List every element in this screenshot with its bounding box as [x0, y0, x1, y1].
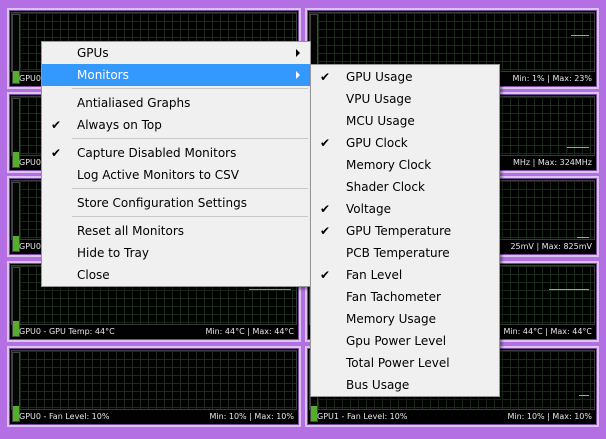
graph-label: GPU0 - GPU Temp: 44°C — [19, 327, 115, 336]
graph-label: GPU1 - Fan Level: 10% — [317, 412, 408, 421]
graph-trace — [249, 289, 291, 290]
menu-item-label: Capture Disabled Monitors — [77, 146, 237, 160]
menu-item-label: Bus Usage — [346, 378, 410, 392]
menu-separator — [72, 88, 308, 89]
menu-item-store-configuration-settings[interactable]: Store Configuration Settings — [42, 192, 310, 214]
menu-item-vpu-usage[interactable]: VPU Usage — [311, 88, 499, 110]
graph-trace — [579, 395, 589, 396]
submenu-arrow-icon — [296, 71, 300, 79]
menu-item-label: GPU Usage — [346, 70, 413, 84]
menu-separator — [72, 188, 308, 189]
menu-item-mcu-usage[interactable]: MCU Usage — [311, 110, 499, 132]
menu-item-fan-tachometer[interactable]: Fan Tachometer — [311, 286, 499, 308]
menu-item-label: Hide to Tray — [77, 246, 149, 260]
menu-item-label: Gpu Power Level — [346, 334, 447, 348]
menu-item-reset-all-monitors[interactable]: Reset all Monitors — [42, 220, 310, 242]
menu-item-label: PCB Temperature — [346, 246, 450, 260]
menu-item-shader-clock[interactable]: Shader Clock — [311, 176, 499, 198]
graph-footer: GPU1 - Fan Level: 10% Min: 10% | Max: 10% — [309, 410, 595, 424]
menu-item-gpu-power-level[interactable]: Gpu Power Level — [311, 330, 499, 352]
menu-item-voltage[interactable]: ✔ Voltage — [311, 198, 499, 220]
menu-item-gpu-temperature[interactable]: ✔ GPU Temperature — [311, 220, 499, 242]
menu-item-label: Memory Clock — [346, 158, 432, 172]
menu-item-pcb-temperature[interactable]: PCB Temperature — [311, 242, 499, 264]
menu-item-label: GPUs — [77, 46, 109, 60]
monitors-submenu: ✔ GPU Usage VPU Usage MCU Usage ✔ GPU Clock Me… — [310, 64, 500, 397]
menu-item-total-power-level[interactable]: Total Power Level — [311, 352, 499, 374]
menu-item-memory-usage[interactable]: Memory Usage — [311, 308, 499, 330]
menu-item-label: Close — [77, 268, 110, 282]
menu-item-monitors[interactable]: Monitors — [42, 64, 310, 86]
menu-separator — [72, 138, 308, 139]
graph-minmax: Min: 44°C | Max: 44°C — [205, 327, 294, 336]
graph-minmax: 25mV | Max: 825mV — [510, 242, 592, 251]
menu-item-label: Voltage — [346, 202, 392, 216]
menu-item-bus-usage[interactable]: Bus Usage — [311, 374, 499, 396]
monitor-graph[interactable]: GPU0 - Fan Level: 10% Min: 10% | Max: 10% — [7, 346, 301, 427]
graph-label: GPU0 — [19, 158, 41, 167]
checkmark-icon: ✔ — [51, 146, 62, 160]
graph-minmax: MHz | Max: 324MHz — [512, 158, 592, 167]
graph-footer: GPU0 - Fan Level: 10% Min: 10% | Max: 10% — [11, 410, 297, 424]
menu-item-fan-level[interactable]: ✔ Fan Level — [311, 264, 499, 286]
menu-item-log-active-monitors-to-csv[interactable]: Log Active Monitors to CSV — [42, 164, 310, 186]
checkmark-icon: ✔ — [51, 118, 62, 132]
graph-trace — [577, 237, 589, 238]
menu-item-label: GPU Clock — [346, 136, 408, 150]
menu-item-gpus[interactable]: GPUs — [42, 42, 310, 64]
graph-trace — [549, 289, 589, 290]
menu-item-always-on-top[interactable]: ✔ Always on Top — [42, 114, 310, 136]
menu-item-label: GPU Temperature — [346, 224, 452, 238]
graph-minmax: Min: 44°C | Max: 44°C — [503, 327, 592, 336]
graph-trace — [567, 147, 589, 148]
menu-item-gpu-clock[interactable]: ✔ GPU Clock — [311, 132, 499, 154]
graph-plot-area — [309, 12, 595, 72]
menu-item-label: Reset all Monitors — [77, 224, 185, 238]
checkmark-icon: ✔ — [320, 70, 331, 84]
menu-item-memory-clock[interactable]: Memory Clock — [311, 154, 499, 176]
menu-item-label: Memory Usage — [346, 312, 437, 326]
menu-item-antialiased-graphs[interactable]: Antialiased Graphs — [42, 92, 310, 114]
menu-item-label: Antialiased Graphs — [77, 96, 191, 110]
graph-footer: GPU0 - GPU Temp: 44°C Min: 44°C | Max: 44… — [11, 325, 297, 339]
submenu-arrow-icon — [296, 49, 300, 57]
graph-label: GPU0 — [19, 74, 41, 83]
menu-item-label: MCU Usage — [346, 114, 415, 128]
graph-minmax: Min: 10% | Max: 10% — [507, 412, 592, 421]
menu-item-label: VPU Usage — [346, 92, 412, 106]
checkmark-icon: ✔ — [320, 268, 331, 282]
graph-trace — [571, 35, 589, 36]
menu-item-label: Monitors — [77, 68, 129, 82]
menu-item-label: Fan Level — [346, 268, 403, 282]
menu-item-hide-to-tray[interactable]: Hide to Tray — [42, 242, 310, 264]
graph-minmax: Min: 10% | Max: 10% — [209, 412, 294, 421]
menu-item-capture-disabled-monitors[interactable]: ✔ Capture Disabled Monitors — [42, 142, 310, 164]
menu-item-label: Log Active Monitors to CSV — [77, 168, 239, 182]
menu-item-label: Store Configuration Settings — [77, 196, 247, 210]
menu-item-close[interactable]: Close — [42, 264, 310, 286]
menu-item-label: Fan Tachometer — [346, 290, 441, 304]
menu-item-gpu-usage[interactable]: ✔ GPU Usage — [311, 66, 499, 88]
context-menu: GPUs Monitors Antialiased Graphs ✔ Always on… — [41, 41, 311, 287]
graph-label: GPU0 — [19, 242, 41, 251]
graph-label: GPU0 - Fan Level: 10% — [19, 412, 110, 421]
checkmark-icon: ✔ — [320, 202, 331, 216]
menu-item-label: Shader Clock — [346, 180, 425, 194]
graph-plot-area — [11, 350, 297, 410]
graph-minmax: Min: 1% | Max: 23% — [512, 74, 592, 83]
menu-item-label: Always on Top — [77, 118, 162, 132]
checkmark-icon: ✔ — [320, 136, 331, 150]
menu-separator — [72, 216, 308, 217]
checkmark-icon: ✔ — [320, 224, 331, 238]
menu-item-label: Total Power Level — [346, 356, 450, 370]
